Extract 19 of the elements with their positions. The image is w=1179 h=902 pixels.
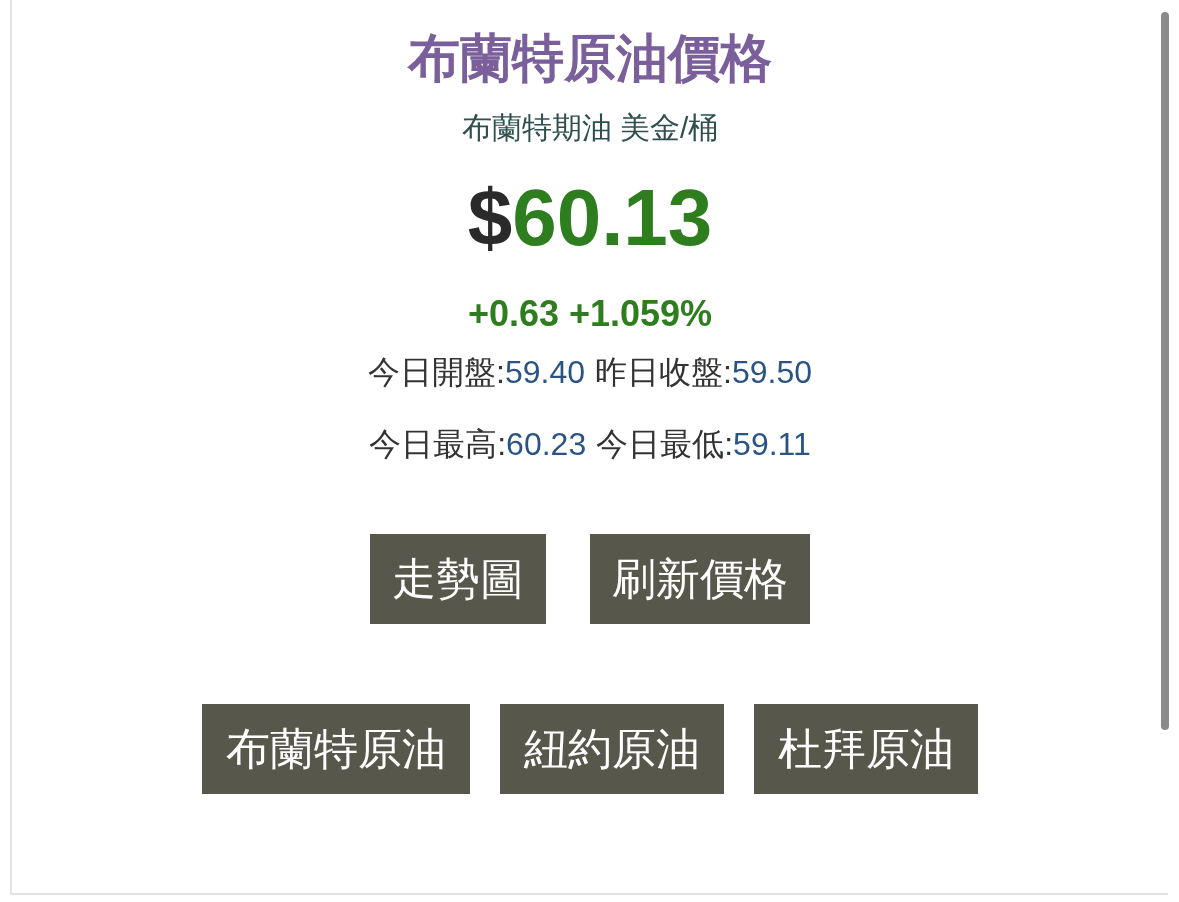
stat-value: 59.50: [731, 353, 812, 392]
price-value: 60.13: [512, 172, 713, 264]
market-button[interactable]: 紐約原油: [500, 704, 724, 794]
action-button[interactable]: 走勢圖: [370, 534, 546, 624]
page-title: 布蘭特原油價格: [408, 28, 772, 89]
subtitle: 布蘭特期油 美金/桶: [461, 110, 719, 146]
stat-label: 昨日收盤:: [595, 353, 732, 392]
stat-value: 60.23: [506, 425, 587, 464]
currency-symbol: $: [467, 172, 513, 264]
market-button[interactable]: 布蘭特原油: [202, 704, 470, 794]
stat-value: 59.40: [504, 353, 585, 392]
scrollbar[interactable]: [1161, 12, 1169, 730]
price-change: +0.63 +1.059%: [467, 292, 713, 336]
stat-label: 今日開盤:: [368, 353, 505, 392]
stat-label: 今日最高:: [369, 425, 507, 464]
stat-value: 59.11: [733, 425, 811, 464]
action-button[interactable]: 刷新價格: [590, 534, 810, 624]
market-button[interactable]: 杜拜原油: [754, 704, 978, 794]
stat-label: 今日最低:: [596, 425, 734, 464]
